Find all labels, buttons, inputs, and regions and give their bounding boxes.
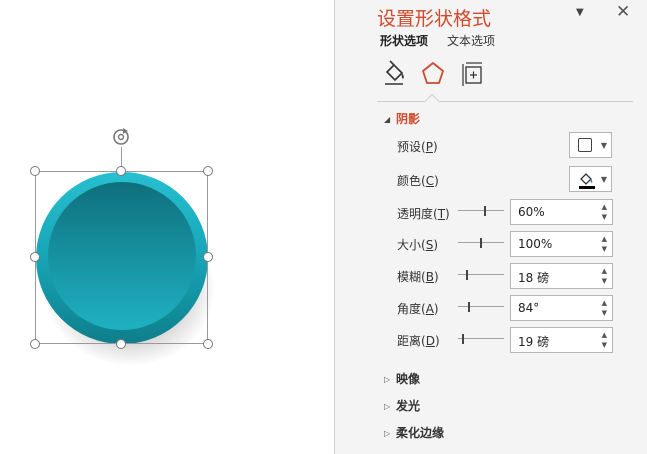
section-shadow-header[interactable]: ◢ 阴影 xyxy=(384,110,420,127)
size-slider[interactable] xyxy=(458,238,504,248)
color-label: 颜色(C) xyxy=(397,174,439,188)
collapsed-arrow-icon: ▷ xyxy=(384,429,391,438)
tab-shape-options[interactable]: 形状选项 xyxy=(380,32,428,49)
distance-label: 距离(D) xyxy=(397,334,440,348)
spin-down-icon[interactable]: ▼ xyxy=(602,246,607,253)
transparency-slider[interactable] xyxy=(458,206,504,216)
transparency-input[interactable]: 60% ▲ ▼ xyxy=(510,199,613,225)
resize-handle-bottom-left[interactable] xyxy=(30,339,40,349)
section-shadow-title: 阴影 xyxy=(396,112,421,126)
angle-slider[interactable] xyxy=(458,302,504,312)
resize-handle-left[interactable] xyxy=(30,252,40,262)
size-input[interactable]: 100% ▲ ▼ xyxy=(510,231,613,257)
slider-thumb[interactable] xyxy=(466,270,468,280)
section-soft-edges-header[interactable]: ▷ 柔化边缘 xyxy=(384,424,444,441)
pane-options-dropdown[interactable]: ▼ xyxy=(576,7,584,18)
resize-handle-bottom[interactable] xyxy=(116,339,126,349)
slide-canvas xyxy=(0,0,334,454)
section-reflection-header[interactable]: ▷ 映像 xyxy=(384,370,420,387)
section-glow-header[interactable]: ▷ 发光 xyxy=(384,397,420,414)
blur-label: 模糊(B) xyxy=(397,270,439,284)
tab-indicator-notch xyxy=(424,93,440,109)
distance-slider[interactable] xyxy=(458,334,504,344)
blur-slider[interactable] xyxy=(458,270,504,280)
resize-handle-top-right[interactable] xyxy=(203,166,213,176)
spin-up-icon[interactable]: ▲ xyxy=(602,204,607,211)
preset-dropdown[interactable]: ▼ xyxy=(569,132,612,158)
effects-pentagon-icon[interactable] xyxy=(420,60,446,88)
angle-label: 角度(A) xyxy=(397,302,439,316)
tab-text-options[interactable]: 文本选项 xyxy=(447,32,495,49)
spin-up-icon[interactable]: ▲ xyxy=(602,236,607,243)
spin-up-icon[interactable]: ▲ xyxy=(602,300,607,307)
resize-handle-top[interactable] xyxy=(116,166,126,176)
resize-handle-top-left[interactable] xyxy=(30,166,40,176)
format-shape-pane: 设置形状格式 ▼ ✕ 形状选项 文本选项 ◢ 阴影 预设(P) ▼ 颜色(C) xyxy=(335,0,647,454)
transparency-label: 透明度(T) xyxy=(397,207,450,221)
rotate-icon[interactable] xyxy=(110,125,132,147)
preset-label: 预设(P) xyxy=(397,140,438,154)
blur-input[interactable]: 18 磅 ▲ ▼ xyxy=(510,263,613,289)
color-dropdown[interactable]: ▼ xyxy=(569,166,612,192)
slider-thumb[interactable] xyxy=(484,206,486,216)
collapsed-arrow-icon: ▷ xyxy=(384,375,391,384)
distance-input[interactable]: 19 磅 ▲ ▼ xyxy=(510,327,613,353)
expanded-arrow-icon: ◢ xyxy=(384,115,391,124)
shadow-preset-icon xyxy=(578,138,592,152)
spin-up-icon[interactable]: ▲ xyxy=(602,332,607,339)
pane-scrollbar[interactable] xyxy=(633,0,647,454)
slider-thumb[interactable] xyxy=(462,334,464,344)
fill-line-icon[interactable] xyxy=(381,60,407,88)
pane-title: 设置形状格式 xyxy=(377,8,492,30)
close-icon[interactable]: ✕ xyxy=(616,2,630,22)
slider-thumb[interactable] xyxy=(468,302,470,312)
chevron-down-icon: ▼ xyxy=(600,175,607,184)
paint-bucket-icon xyxy=(579,173,595,189)
size-label: 大小(S) xyxy=(397,238,439,252)
size-properties-icon[interactable] xyxy=(460,60,486,88)
chevron-down-icon: ▼ xyxy=(600,141,607,150)
resize-handle-bottom-right[interactable] xyxy=(203,339,213,349)
slider-thumb[interactable] xyxy=(480,238,482,248)
spin-down-icon[interactable]: ▼ xyxy=(602,278,607,285)
spin-down-icon[interactable]: ▼ xyxy=(602,342,607,349)
selection-box xyxy=(35,171,208,344)
spin-down-icon[interactable]: ▼ xyxy=(602,310,607,317)
collapsed-arrow-icon: ▷ xyxy=(384,402,391,411)
spin-down-icon[interactable]: ▼ xyxy=(602,214,607,221)
spin-up-icon[interactable]: ▲ xyxy=(602,268,607,275)
resize-handle-right[interactable] xyxy=(203,252,213,262)
tab-separator xyxy=(377,101,633,102)
angle-input[interactable]: 84° ▲ ▼ xyxy=(510,295,613,321)
